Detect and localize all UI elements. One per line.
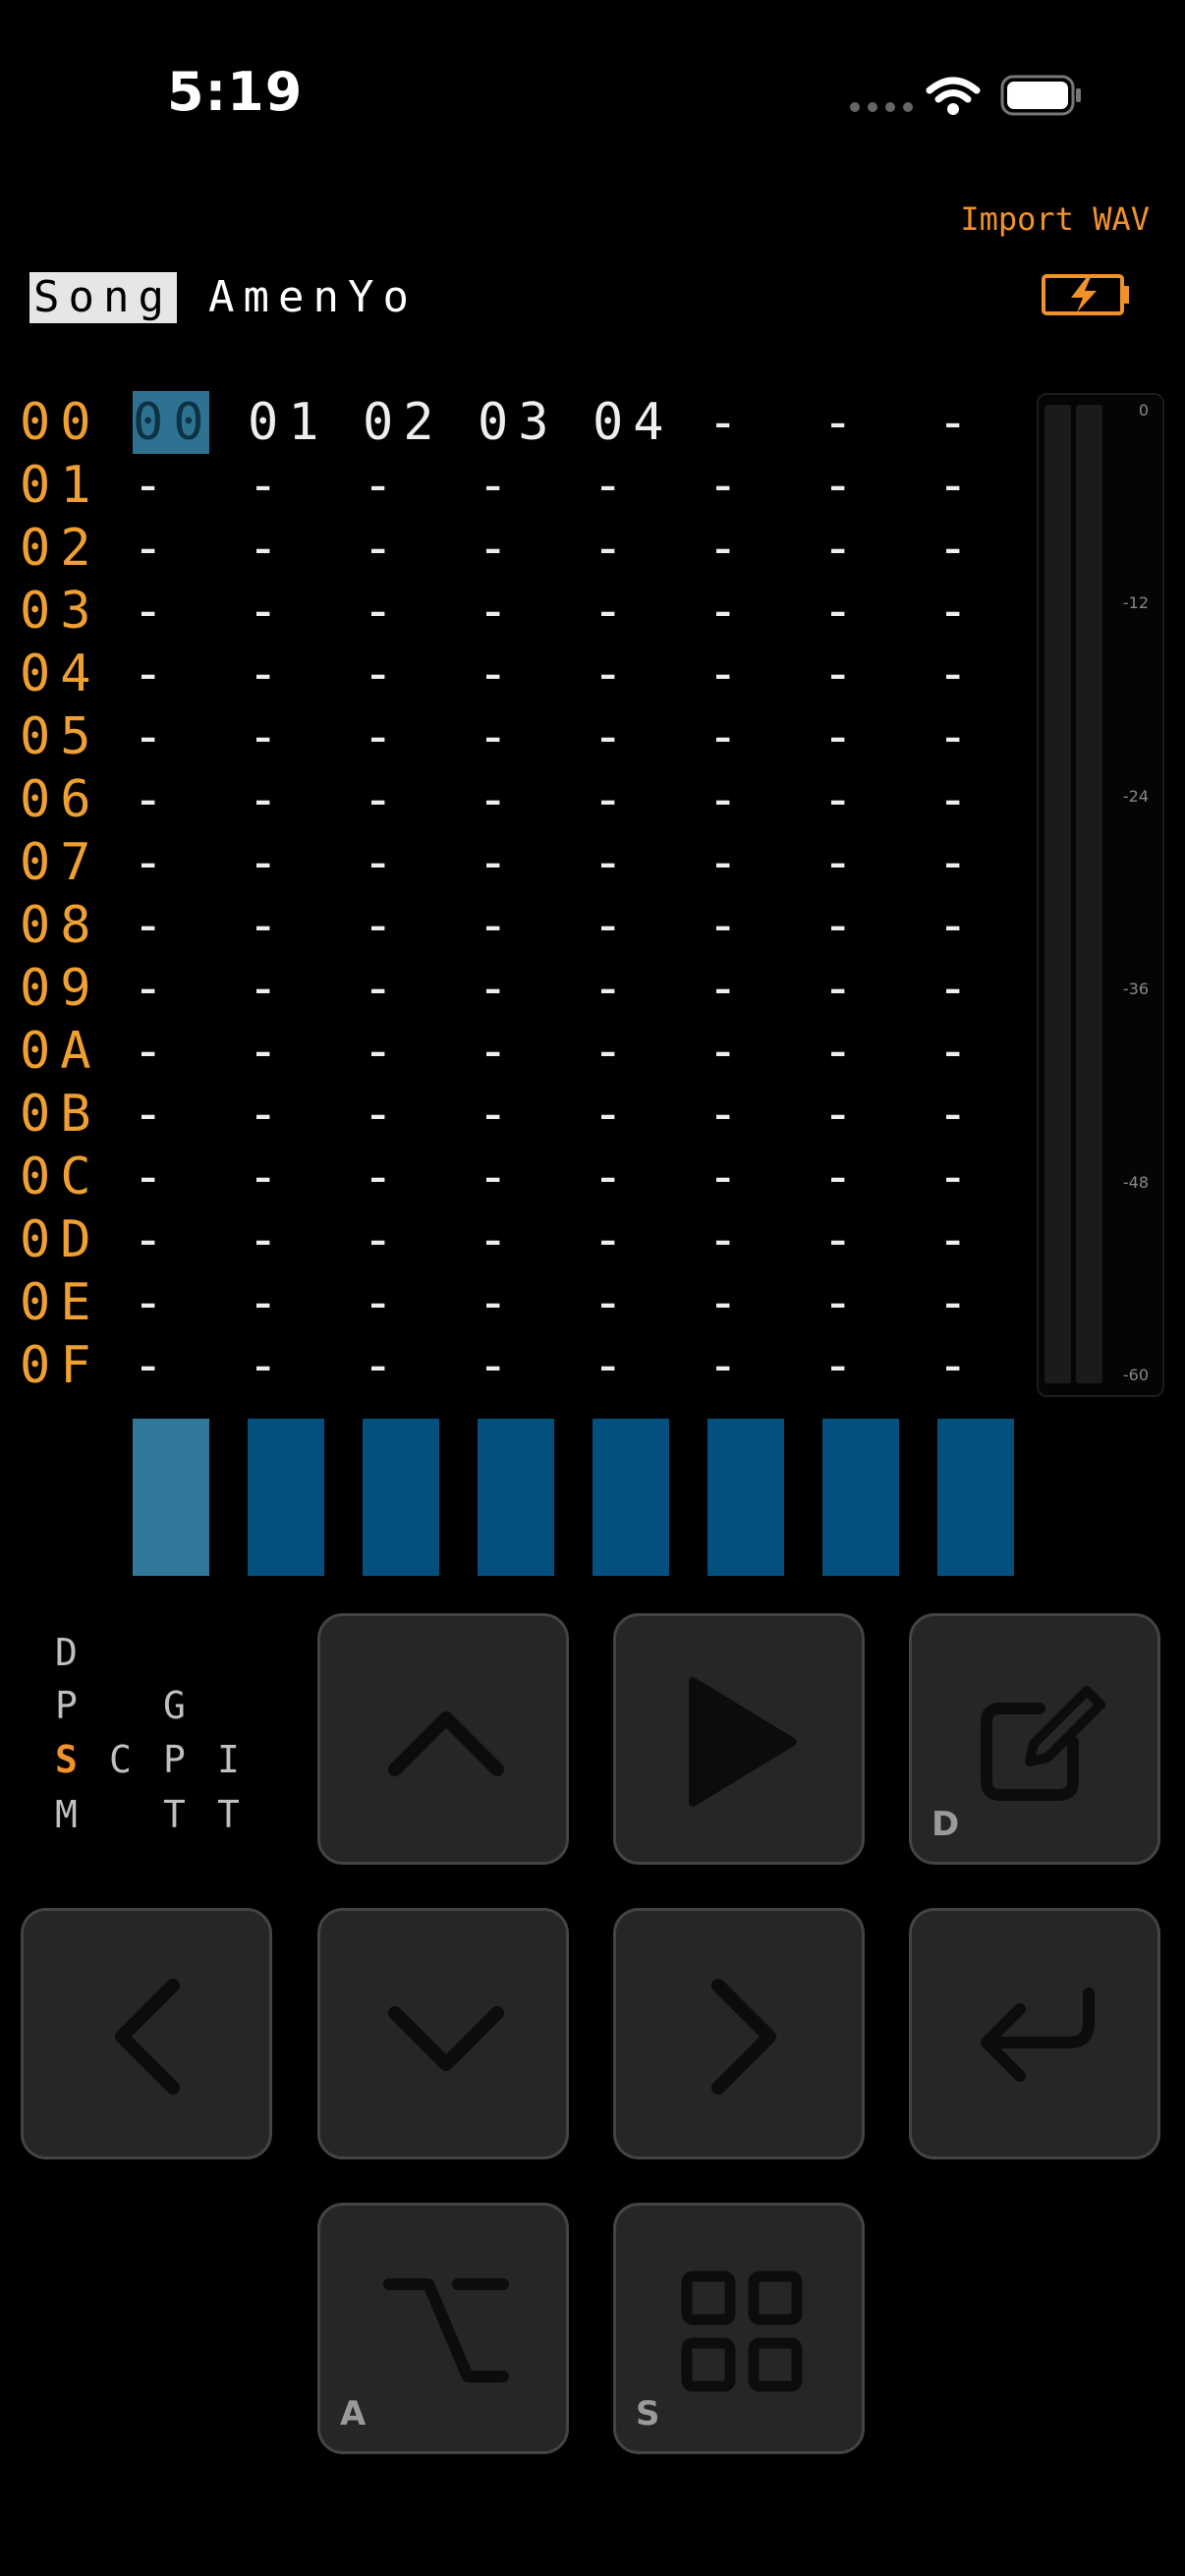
meter-bar-right — [1076, 405, 1102, 1383]
row-number: 09 — [20, 959, 101, 1018]
row-number: 0E — [20, 1273, 101, 1332]
mode-c[interactable]: C — [109, 1738, 132, 1781]
song-row: 0E -- -- -- -- -- -- -- -- — [0, 1271, 1022, 1395]
row-number: 01 — [20, 456, 101, 515]
chevron-up-icon — [388, 1711, 504, 1776]
meter-tick: -36 — [1122, 980, 1149, 998]
down-button[interactable] — [317, 1908, 569, 2159]
right-button[interactable] — [613, 1908, 865, 2159]
channel-bar-7[interactable] — [822, 1419, 899, 1576]
chain-cell[interactable]: 03 — [478, 391, 554, 454]
status-time: 5:19 — [167, 61, 304, 123]
row-number: 04 — [20, 644, 101, 703]
channel-bar-2[interactable] — [248, 1419, 324, 1576]
row-number: 07 — [20, 833, 101, 892]
play-button[interactable] — [613, 1613, 865, 1865]
mode-p[interactable]: P — [55, 1684, 78, 1727]
mode-s-current[interactable]: S — [55, 1738, 78, 1781]
mode-p2[interactable]: P — [163, 1738, 186, 1781]
row-number: 08 — [20, 896, 101, 955]
chevron-left-icon — [115, 1979, 180, 2095]
meter-tick: -24 — [1122, 787, 1149, 806]
row-number: 05 — [20, 707, 101, 766]
enter-button[interactable] — [909, 1908, 1160, 2159]
row-number: 0B — [20, 1085, 101, 1144]
song-row: 05 -- -- -- -- -- -- -- -- — [0, 705, 1022, 829]
row-number: 0D — [20, 1210, 101, 1269]
song-row: 0A -- -- -- -- -- -- -- -- — [0, 1020, 1022, 1144]
row-number: 0A — [20, 1022, 101, 1081]
song-row: 06 -- -- -- -- -- -- -- -- — [0, 768, 1022, 892]
edit-button[interactable]: D — [909, 1613, 1160, 1865]
chain-cell[interactable]: 02 — [363, 391, 439, 454]
chain-cell[interactable]: 04 — [592, 391, 669, 454]
up-button[interactable] — [317, 1613, 569, 1865]
mode-m[interactable]: M — [55, 1793, 78, 1836]
song-row: 0B -- -- -- -- -- -- -- -- — [0, 1083, 1022, 1206]
meter-tick: -48 — [1122, 1173, 1149, 1192]
channel-bar-3[interactable] — [363, 1419, 439, 1576]
chevron-down-icon — [388, 2006, 504, 2071]
channel-bar-8[interactable] — [937, 1419, 1014, 1576]
song-row: 08 -- -- -- -- -- -- -- -- — [0, 894, 1022, 1018]
mode-t2[interactable]: T — [217, 1793, 240, 1836]
song-row: 00 00 01 02 03 04 -- -- -- — [0, 391, 1022, 515]
play-icon — [689, 1677, 797, 1807]
channel-bar-1[interactable] — [133, 1419, 209, 1576]
song-row: 0C -- -- -- -- -- -- -- -- — [0, 1146, 1022, 1269]
mode-i[interactable]: I — [217, 1738, 240, 1781]
channel-bar-6[interactable] — [707, 1419, 784, 1576]
option-button[interactable]: A — [317, 2203, 569, 2454]
song-row: 02 -- -- -- -- -- -- -- -- — [0, 517, 1022, 641]
battery-status-icon — [1000, 75, 1081, 116]
import-wav-button[interactable]: Import WAV — [960, 200, 1150, 238]
battery-charging-icon — [1042, 274, 1129, 315]
mode-d[interactable]: D — [55, 1631, 78, 1674]
return-arrow-icon — [981, 1988, 1095, 2082]
chevron-right-icon — [711, 1979, 776, 2095]
meter-tick: -60 — [1122, 1366, 1149, 1384]
meter-bar-left — [1044, 405, 1071, 1383]
song-row: 03 -- -- -- -- -- -- -- -- — [0, 580, 1022, 703]
mode-t[interactable]: T — [163, 1793, 186, 1836]
left-button[interactable] — [21, 1908, 272, 2159]
option-key-label: A — [340, 2394, 367, 2434]
selected-chain-cell[interactable]: 00 — [133, 391, 209, 454]
row-number: 0F — [20, 1336, 101, 1395]
channel-bar-5[interactable] — [592, 1419, 669, 1576]
meter-tick: 0 — [1138, 401, 1149, 420]
row-number: 0C — [20, 1148, 101, 1206]
screen-mode-label: Song — [29, 272, 177, 323]
mode-g[interactable]: G — [163, 1684, 186, 1727]
song-row: 04 -- -- -- -- -- -- -- -- — [0, 643, 1022, 766]
grid-key-label: S — [636, 2394, 660, 2434]
song-row: 09 -- -- -- -- -- -- -- -- — [0, 957, 1022, 1081]
edit-key-label: D — [931, 1805, 960, 1844]
wifi-icon — [926, 77, 981, 115]
grid-button[interactable]: S — [613, 2203, 865, 2454]
song-row: 0D -- -- -- -- -- -- -- -- — [0, 1208, 1022, 1332]
row-number: 03 — [20, 582, 101, 641]
song-row: 07 -- -- -- -- -- -- -- -- — [0, 831, 1022, 955]
song-name[interactable]: AmenYo — [208, 272, 418, 323]
row-number: 06 — [20, 770, 101, 829]
song-row: 01 -- -- -- -- -- -- -- -- — [0, 454, 1022, 578]
chain-cell[interactable]: 01 — [248, 391, 324, 454]
meter-tick: -12 — [1122, 593, 1149, 612]
level-meter: 0 -12 -24 -36 -48 -60 — [1037, 393, 1164, 1397]
row-number: 02 — [20, 519, 101, 578]
signal-icon — [850, 102, 913, 112]
song-row: 0F---------------- — [0, 1334, 1022, 1458]
channel-bar-4[interactable] — [478, 1419, 554, 1576]
row-number: 00 — [20, 393, 101, 452]
